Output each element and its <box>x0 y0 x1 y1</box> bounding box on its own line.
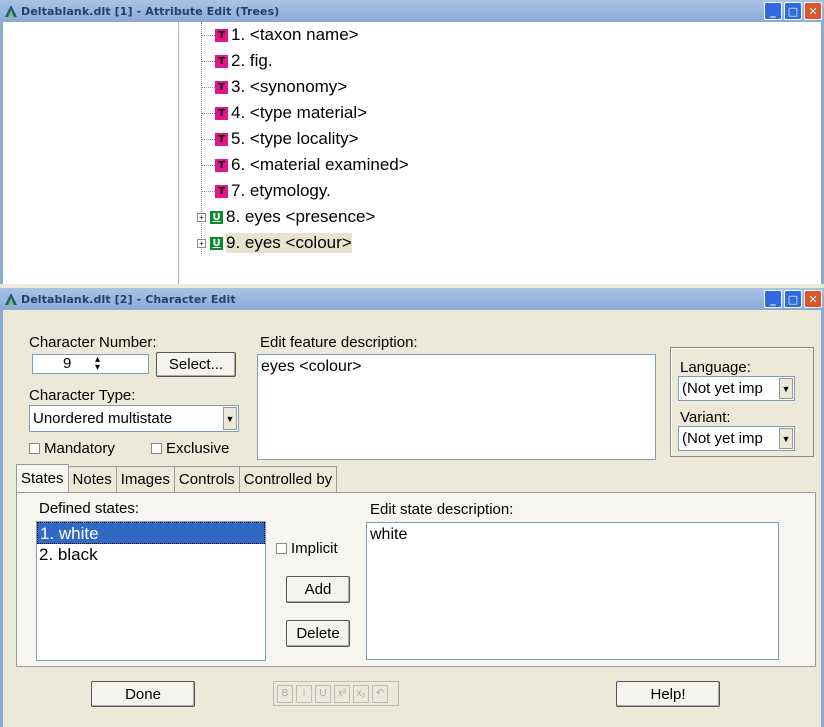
done-button[interactable]: Done <box>91 681 195 707</box>
text-type-icon: T <box>215 132 228 146</box>
chevron-down-icon[interactable]: ▼ <box>779 428 793 449</box>
text-type-icon: T <box>215 54 228 68</box>
tree-item[interactable]: T 7. etymology. <box>201 178 331 204</box>
tree-item[interactable]: T 5. <type locality> <box>201 126 359 152</box>
tree-item[interactable]: T 6. <material examined> <box>201 152 409 178</box>
language-select[interactable]: (Not yet imp ▼ <box>678 376 795 401</box>
defined-states-label: Defined states: <box>39 500 140 517</box>
unordered-type-icon: U <box>210 236 223 250</box>
window-title: Deltablank.dlt [2] - Character Edit <box>21 292 236 306</box>
tab-controlled-by[interactable]: Controlled by <box>238 466 338 492</box>
tab-controls[interactable]: Controls <box>173 466 240 492</box>
subscript-icon[interactable]: x₂ <box>353 684 369 703</box>
tree-item[interactable]: T 1. <taxon name> <box>201 22 359 48</box>
delta-app-icon <box>4 4 18 18</box>
exclusive-checkbox[interactable]: Exclusive <box>151 440 229 457</box>
spinner-arrows-icon[interactable]: ▴ ▾ <box>95 355 100 373</box>
maximize-icon[interactable]: □ <box>784 2 802 20</box>
select-button[interactable]: Select... <box>156 352 236 377</box>
text-type-icon: T <box>215 106 228 120</box>
state-description-textarea[interactable]: white <box>366 522 779 660</box>
delete-button[interactable]: Delete <box>286 620 350 647</box>
variant-select[interactable]: (Not yet imp ▼ <box>678 426 795 451</box>
tree-item[interactable]: T 4. <type material> <box>201 100 367 126</box>
text-type-icon: T <box>215 184 228 198</box>
mandatory-checkbox[interactable]: Mandatory <box>29 440 115 457</box>
tree-item-selected[interactable]: + U 9. eyes <colour> <box>197 230 352 256</box>
tab-notes[interactable]: Notes <box>67 466 117 492</box>
chevron-down-icon[interactable]: ▼ <box>779 378 793 399</box>
attribute-edit-titlebar[interactable]: Deltablank.dlt [1] - Attribute Edit (Tre… <box>0 0 824 22</box>
delta-app-icon <box>4 292 18 306</box>
edit-feature-label: Edit feature description: <box>260 334 418 351</box>
character-type-label: Character Type: <box>29 387 136 404</box>
language-label: Language: <box>680 359 751 376</box>
edit-state-label: Edit state description: <box>370 501 514 518</box>
tab-images[interactable]: Images <box>115 466 175 492</box>
implicit-checkbox[interactable]: Implicit <box>276 540 338 557</box>
character-number-spinner[interactable]: 9 ▴ ▾ <box>32 354 149 374</box>
unordered-type-icon: U <box>210 210 223 224</box>
character-number-label: Character Number: <box>29 334 157 351</box>
tab-strip: States Notes Images Controls Controlled … <box>16 464 338 492</box>
expand-icon[interactable]: + <box>197 212 206 222</box>
attribute-edit-window: Deltablank.dlt [1] - Attribute Edit (Tre… <box>0 0 824 284</box>
undo-icon[interactable]: ↶ <box>372 684 388 703</box>
attribute-tree[interactable]: T 1. <taxon name> T 2. fig. T 3. <synonomy>… <box>180 22 820 284</box>
feature-description-textarea[interactable]: eyes <colour> <box>257 354 656 460</box>
bold-icon[interactable]: B <box>277 684 293 703</box>
italic-icon[interactable]: I <box>296 684 312 703</box>
superscript-icon[interactable]: x² <box>334 684 350 703</box>
character-type-select[interactable]: Unordered multistate ▼ <box>29 405 239 432</box>
list-item[interactable]: 2. black <box>37 544 265 566</box>
variant-label: Variant: <box>680 409 731 426</box>
window-title: Deltablank.dlt [1] - Attribute Edit (Tre… <box>21 4 280 18</box>
add-button[interactable]: Add <box>286 576 350 603</box>
maximize-icon[interactable]: □ <box>784 290 802 308</box>
close-icon[interactable]: ✕ <box>804 290 822 308</box>
close-icon[interactable]: ✕ <box>804 2 822 20</box>
text-type-icon: T <box>215 158 228 172</box>
format-toolbar: B I U x² x₂ ↶ <box>273 681 399 706</box>
text-type-icon: T <box>215 28 228 42</box>
underline-icon[interactable]: U <box>315 684 331 703</box>
tab-states[interactable]: States <box>16 464 69 492</box>
expand-icon[interactable]: + <box>197 238 206 248</box>
chevron-down-icon[interactable]: ▼ <box>223 407 237 430</box>
text-type-icon: T <box>215 80 228 94</box>
defined-states-list[interactable]: 1. white 2. black <box>36 521 266 661</box>
character-edit-titlebar[interactable]: Deltablank.dlt [2] - Character Edit _ □ … <box>0 288 824 310</box>
minimize-icon[interactable]: _ <box>764 2 782 20</box>
help-button[interactable]: Help! <box>616 681 720 707</box>
minimize-icon[interactable]: _ <box>764 290 782 308</box>
tree-item[interactable]: T 2. fig. <box>201 48 273 74</box>
character-edit-window: Deltablank.dlt [2] - Character Edit _ □ … <box>0 288 824 727</box>
tree-left-pane <box>3 22 179 284</box>
list-item-selected[interactable]: 1. white <box>37 522 265 544</box>
tree-item[interactable]: T 3. <synonomy> <box>201 74 347 100</box>
tree-item[interactable]: + U 8. eyes <presence> <box>197 204 375 230</box>
